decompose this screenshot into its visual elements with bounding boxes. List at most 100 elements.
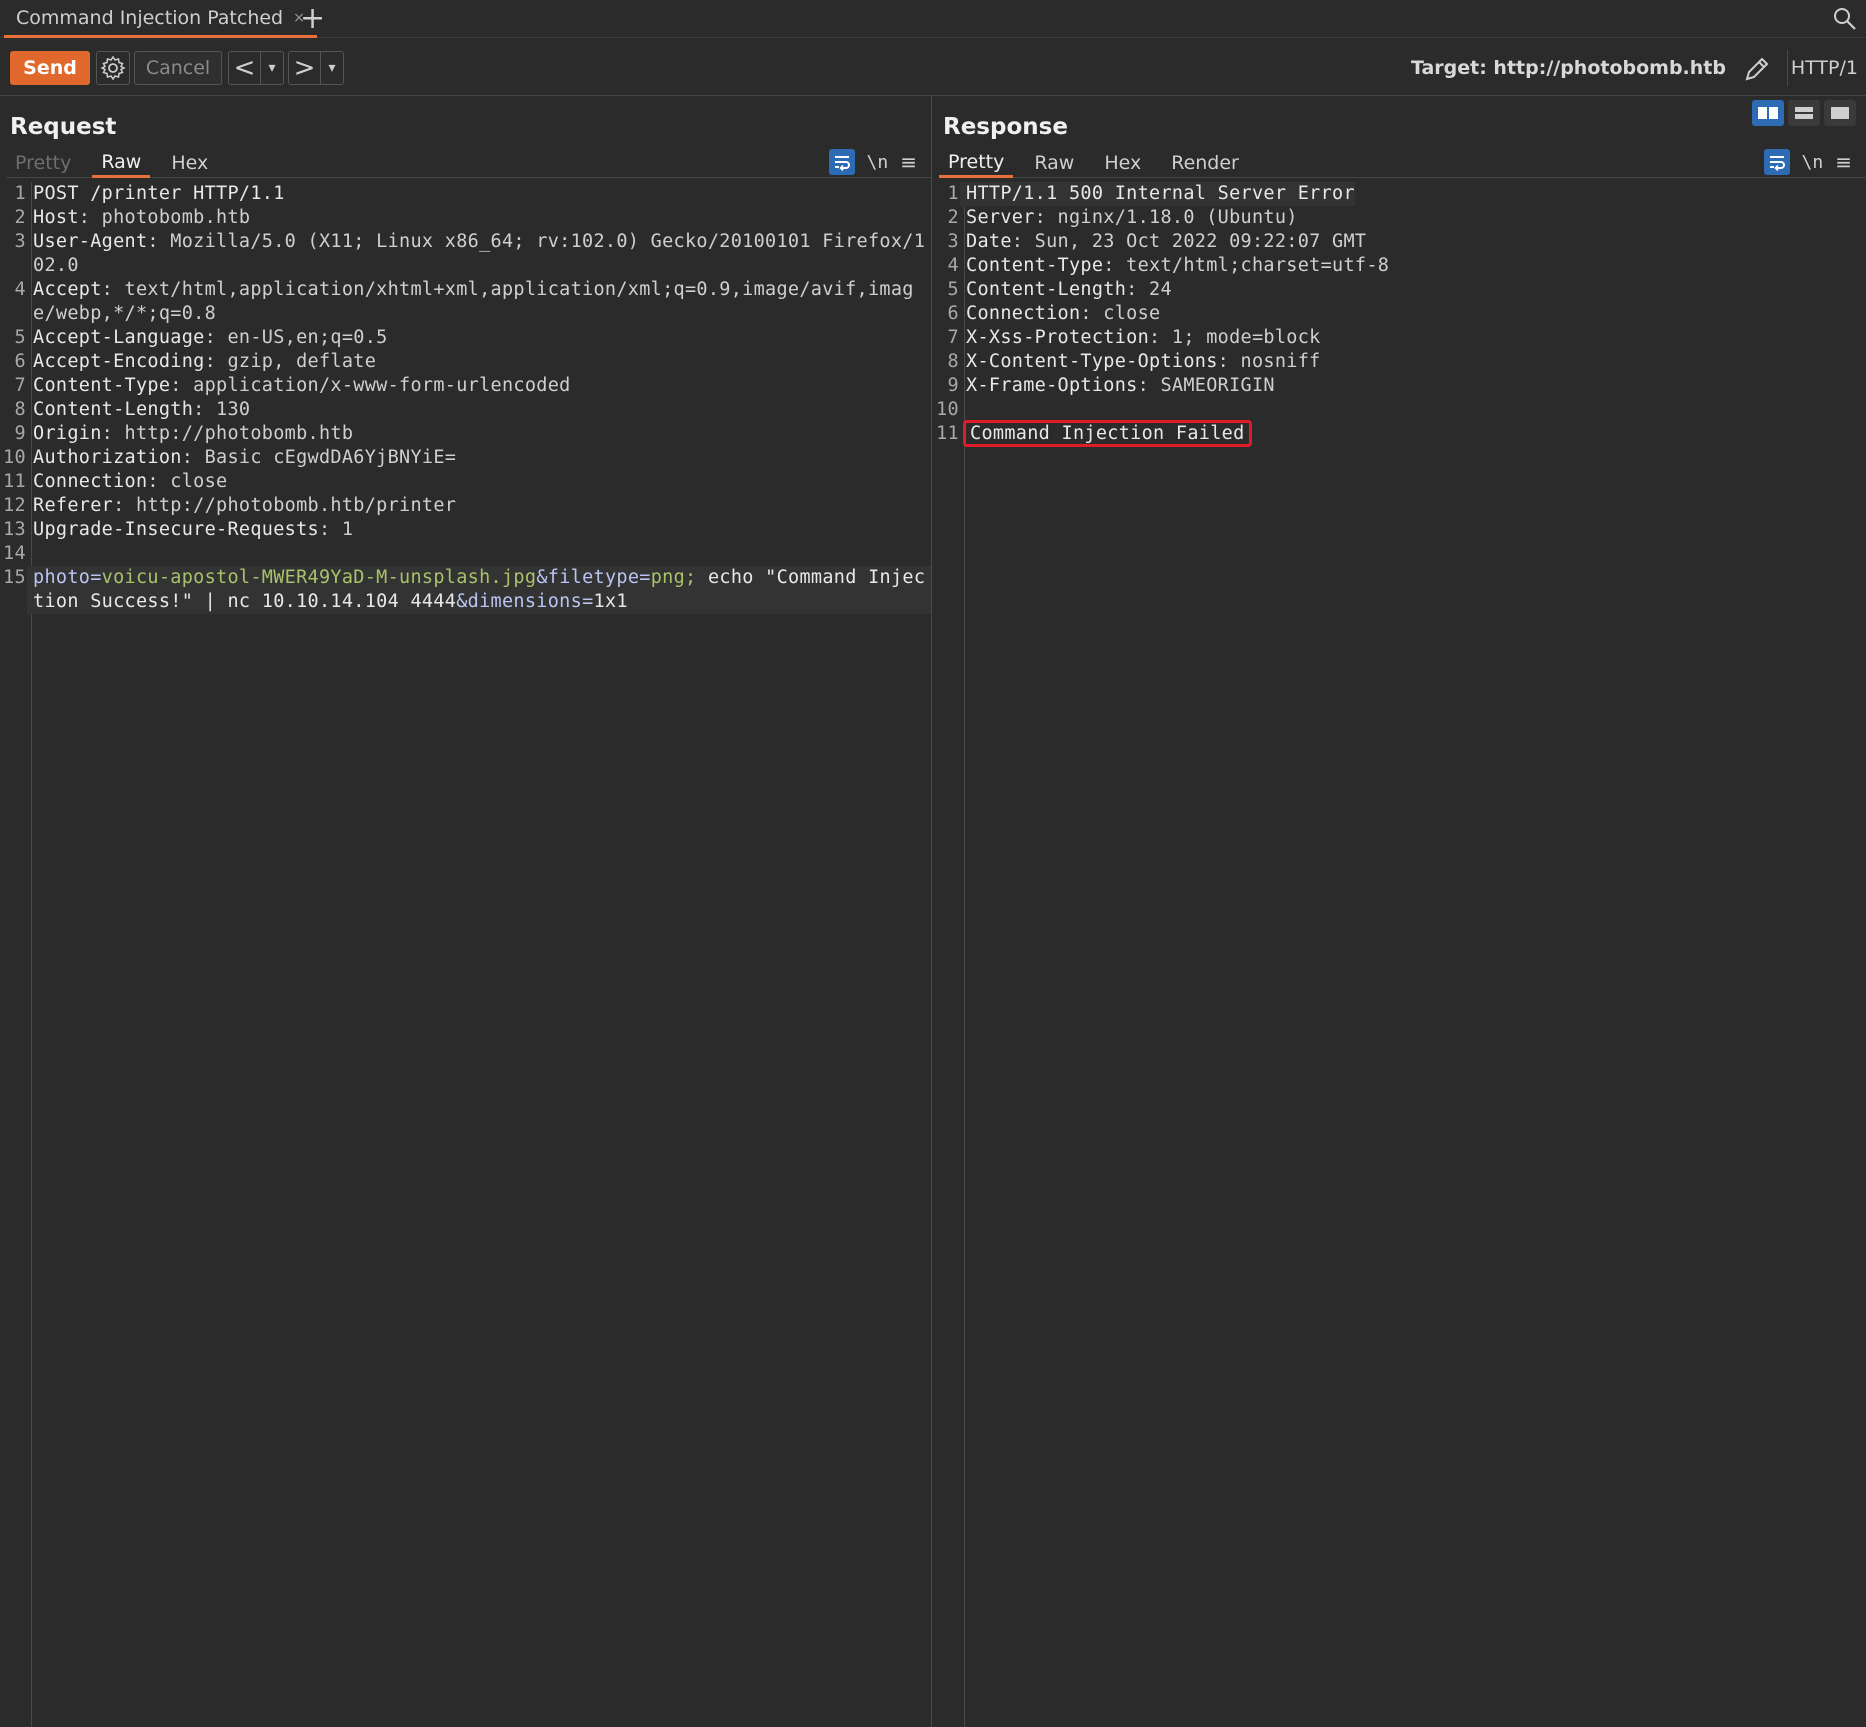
line-number: 2 — [14, 207, 26, 228]
request-lines: 1 POST /printer HTTP/1.1 2 Host: photobomb.… — [0, 182, 931, 566]
line-content: Host: photobomb.htb — [33, 207, 251, 228]
code-line: 1 POST /printer HTTP/1.1 — [0, 182, 931, 206]
line-content: Content-Type: text/html;charset=utf-8 — [966, 255, 1390, 276]
line-number: 5 — [14, 327, 26, 348]
back-history-dropdown[interactable]: ▾ — [261, 60, 283, 76]
gear-icon[interactable] — [96, 51, 130, 85]
line-number: 4 — [947, 255, 959, 276]
menu-icon[interactable]: ≡ — [1835, 150, 1852, 174]
header-value: Basic cEgwdDA6YjBNYiE= — [204, 447, 457, 468]
line-number: 14 — [3, 543, 26, 564]
send-button[interactable]: Send — [10, 51, 90, 85]
new-tab-button[interactable]: + — [300, 4, 325, 34]
header-value: 1 — [341, 519, 354, 540]
header-value: 1; mode=block — [1171, 327, 1321, 348]
line-number: 8 — [14, 399, 26, 420]
line-content: Origin: http://photobomb.htb — [33, 423, 354, 444]
response-pane: Response Pretty Raw Hex Render \n ≡ 1 HTT… — [933, 96, 1866, 1727]
line-number: 9 — [14, 423, 26, 444]
response-tab-hex[interactable]: Hex — [1095, 148, 1150, 178]
code-line: 9 Origin: http://photobomb.htb — [0, 422, 931, 446]
request-tab-raw[interactable]: Raw — [92, 148, 151, 178]
code-line: 7 Content-Type: application/x-www-form-ur… — [0, 374, 931, 398]
header-value: nginx/1.18.0 (Ubuntu) — [1057, 207, 1298, 228]
header-name: Content-Length — [33, 399, 194, 420]
request-tab-hex[interactable]: Hex — [162, 148, 217, 178]
pencil-icon[interactable] — [1742, 54, 1772, 84]
header-value: en-US,en;q=0.5 — [227, 327, 388, 348]
tab-command-injection-patched[interactable]: Command Injection Patched × — [4, 0, 317, 38]
toolbar: Send Cancel < ▾ > ▾ Target: http://photo… — [0, 38, 1866, 96]
request-body-line: 15 photo=voicu-apostol-MWER49YaD-M-unspl… — [0, 566, 931, 614]
forward-button[interactable]: > — [289, 52, 321, 84]
param-value: voicu-apostol-MWER49YaD-M-unsplash.jpg — [101, 567, 537, 588]
forward-history: > ▾ — [288, 51, 344, 85]
code-line: 14 — [0, 542, 931, 566]
header-name: Content-Type — [966, 255, 1104, 276]
response-editor[interactable]: 1 HTTP/1.1 500 Internal Server Error 2 Serv… — [933, 182, 1866, 1727]
response-title: Response — [943, 114, 1068, 140]
header-value: text/html,application/xhtml+xml,applicat… — [33, 279, 914, 324]
header-name: Accept-Encoding — [33, 351, 205, 372]
header-name: Content-Type — [33, 375, 171, 396]
header-name: X-Frame-Options — [966, 375, 1138, 396]
forward-history-dropdown[interactable]: ▾ — [321, 60, 343, 76]
layout-split-vertical-icon[interactable] — [1752, 100, 1784, 126]
header-name: Accept-Language — [33, 327, 205, 348]
request-tab-pretty[interactable]: Pretty — [6, 148, 80, 178]
header-name: Date — [966, 231, 1012, 252]
code-line: 7 X-Xss-Protection: 1; mode=block — [933, 326, 1866, 350]
response-tab-pretty[interactable]: Pretty — [939, 148, 1014, 178]
code-line: 3 Date: Sun, 23 Oct 2022 09:22:07 GMT — [933, 230, 1866, 254]
menu-icon[interactable]: ≡ — [900, 150, 917, 174]
line-content: Accept: text/html,application/xhtml+xml,… — [33, 279, 914, 324]
back-button[interactable]: < — [229, 52, 261, 84]
header-name: Accept — [33, 279, 102, 300]
tab-bar: Command Injection Patched × + — [0, 0, 1866, 38]
code-line: 2 Server: nginx/1.18.0 (Ubuntu) — [933, 206, 1866, 230]
line-number: 10 — [936, 399, 959, 420]
param-value: 1x1 — [593, 591, 628, 612]
line-number: 1 — [14, 183, 26, 204]
request-view-tabs: Pretty Raw Hex — [6, 148, 931, 178]
layout-split-horizontal-icon[interactable] — [1788, 100, 1820, 126]
header-value: http://photobomb.htb/printer — [135, 495, 457, 516]
header-name: User-Agent — [33, 231, 148, 252]
code-line: 4 Content-Type: text/html;charset=utf-8 — [933, 254, 1866, 278]
layout-single-icon[interactable] — [1824, 100, 1856, 126]
line-content: Connection: close — [966, 303, 1161, 324]
header-name: Server — [966, 207, 1035, 228]
line-number: 8 — [947, 351, 959, 372]
header-value: application/x-www-form-urlencoded — [193, 375, 571, 396]
header-name: Referer — [33, 495, 114, 516]
code-line: 13 Upgrade-Insecure-Requests: 1 — [0, 518, 931, 542]
header-value: text/html;charset=utf-8 — [1126, 255, 1390, 276]
response-tab-render[interactable]: Render — [1162, 148, 1248, 178]
search-icon[interactable] — [1832, 6, 1858, 32]
wrap-lines-icon[interactable] — [1763, 149, 1790, 175]
show-newlines-toggle[interactable]: \n — [1802, 152, 1824, 173]
header-name: Host — [33, 207, 79, 228]
code-line: 6 Accept-Encoding: gzip, deflate — [0, 350, 931, 374]
param-key: photo — [33, 567, 91, 588]
response-body-line: 11 Command Injection Failed — [933, 420, 1866, 447]
wrap-lines-icon[interactable] — [828, 149, 855, 175]
header-name: Content-Length — [966, 279, 1127, 300]
line-content: Accept-Language: en-US,en;q=0.5 — [33, 327, 388, 348]
line-content: X-Xss-Protection: 1; mode=block — [966, 327, 1321, 348]
response-tab-raw[interactable]: Raw — [1025, 148, 1083, 178]
request-editor[interactable]: 1 POST /printer HTTP/1.1 2 Host: photobomb.… — [0, 182, 931, 1727]
line-number: 11 — [3, 471, 26, 492]
header-value: http://photobomb.htb — [124, 423, 354, 444]
code-line: 11 Connection: close — [0, 470, 931, 494]
code-line: 10 — [933, 398, 1866, 422]
line-content: Content-Length: 130 — [33, 399, 251, 420]
header-value: 24 — [1149, 279, 1172, 300]
code-line: 5 Content-Length: 24 — [933, 278, 1866, 302]
show-newlines-toggle[interactable]: \n — [867, 152, 889, 173]
cancel-button[interactable]: Cancel — [134, 51, 222, 85]
header-value: close — [1103, 303, 1161, 324]
http-version-selector[interactable]: HTTP/1 — [1791, 51, 1858, 85]
line-number: 6 — [14, 351, 26, 372]
line-content: Accept-Encoding: gzip, deflate — [33, 351, 377, 372]
